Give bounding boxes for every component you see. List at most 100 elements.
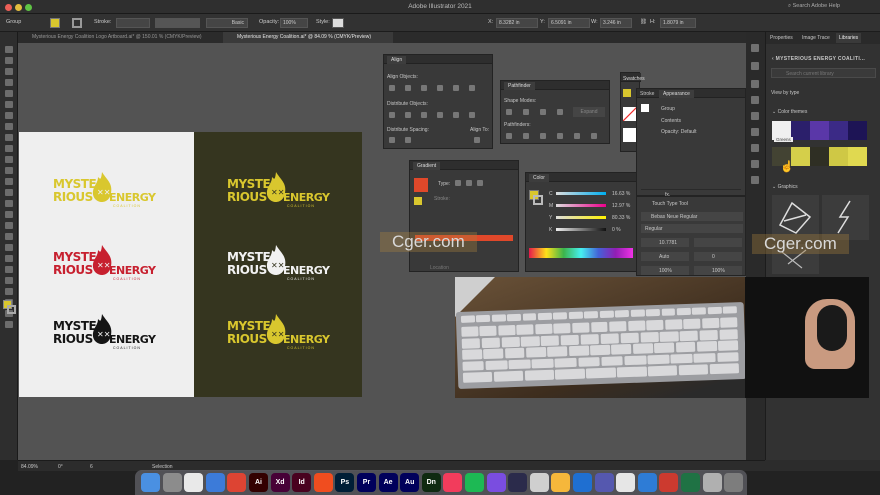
free-transform-tool-icon[interactable] bbox=[5, 200, 13, 207]
gradient-tab[interactable]: Gradient bbox=[413, 162, 441, 170]
graphics-header[interactable]: ⌄ Graphics bbox=[772, 184, 798, 190]
help-search[interactable]: ⌕ Search Adobe Help bbox=[788, 3, 840, 10]
dock-app-icon[interactable] bbox=[508, 473, 528, 492]
rotate-tool-icon[interactable] bbox=[5, 167, 13, 174]
height-field[interactable]: 1.8079 in bbox=[660, 18, 696, 28]
curvature-tool-icon[interactable] bbox=[5, 90, 13, 97]
graphic-styles-icon[interactable] bbox=[751, 112, 759, 120]
magic-wand-tool-icon[interactable] bbox=[5, 68, 13, 75]
align-top-icon[interactable] bbox=[437, 85, 443, 91]
stroke-weight-field[interactable] bbox=[116, 18, 150, 28]
font-style-select[interactable]: Regular bbox=[641, 224, 743, 233]
minus-front-icon[interactable] bbox=[523, 109, 529, 115]
distribute-top-icon[interactable] bbox=[389, 112, 395, 118]
dock-app-icon[interactable] bbox=[227, 473, 247, 492]
tab-logo-artboard[interactable]: Mysterious Energy Coalition Logo Artboar… bbox=[18, 32, 218, 43]
eyedropper-tool-icon[interactable] bbox=[5, 255, 13, 262]
logo-white-on-dark[interactable]: MYSTE RIOUS ENERGY COALITION ✕✕ bbox=[227, 244, 337, 288]
divide-icon[interactable] bbox=[506, 133, 512, 139]
spacing-v-icon[interactable] bbox=[389, 137, 395, 143]
dock-app-icon[interactable]: Ai bbox=[249, 473, 268, 492]
appearance-opacity[interactable]: Opacity: Default bbox=[661, 129, 697, 135]
appearance-group[interactable]: Group bbox=[661, 106, 675, 112]
shaper-tool-icon[interactable] bbox=[5, 145, 13, 152]
dock-app-icon[interactable]: Xd bbox=[270, 473, 290, 492]
crop-icon[interactable] bbox=[557, 133, 563, 139]
dock-app-icon[interactable] bbox=[659, 473, 679, 492]
dock-app-icon[interactable] bbox=[573, 473, 592, 492]
dock-app-icon[interactable] bbox=[724, 473, 744, 492]
paintbrush-tool-icon[interactable] bbox=[5, 134, 13, 141]
logo-yellow[interactable]: MYSTE RIOUS ENERGY COALITION ✕✕ bbox=[53, 171, 163, 215]
dock-app-icon[interactable] bbox=[702, 473, 722, 492]
black-slider[interactable] bbox=[556, 228, 606, 231]
align-right-icon[interactable] bbox=[421, 85, 427, 91]
swatches-tab[interactable]: Swatches bbox=[623, 76, 645, 82]
stroke-tab[interactable]: Stroke bbox=[640, 91, 654, 97]
none-swatch[interactable] bbox=[623, 107, 637, 121]
width-tool-icon[interactable] bbox=[5, 189, 13, 196]
dock-app-icon[interactable] bbox=[637, 473, 657, 492]
transparency-icon[interactable] bbox=[751, 128, 759, 136]
layers-icon[interactable] bbox=[751, 160, 759, 168]
graphic-style-swatch[interactable] bbox=[332, 18, 344, 28]
library-name[interactable]: ‹ MYSTERIOUS ENERGY COALITI... bbox=[772, 56, 865, 62]
width-field[interactable]: 3.246 in bbox=[600, 18, 632, 28]
horizontal-scale-field[interactable]: 100% bbox=[694, 266, 742, 275]
tab-libraries[interactable]: Libraries bbox=[836, 33, 862, 43]
links-icon[interactable] bbox=[751, 62, 759, 70]
touch-type-tool[interactable]: Touch Type Tool bbox=[652, 201, 688, 207]
brush-definition[interactable]: Basic bbox=[206, 18, 248, 28]
rotation-value[interactable]: 0° bbox=[58, 464, 63, 470]
stroke-swatch[interactable] bbox=[7, 305, 16, 314]
merge-icon[interactable] bbox=[540, 133, 546, 139]
color-guide-icon[interactable] bbox=[751, 144, 759, 152]
opacity-field[interactable]: 100% bbox=[280, 18, 308, 28]
black-value[interactable]: 0 % bbox=[612, 227, 621, 233]
zoom-level[interactable]: 84.09% bbox=[21, 464, 38, 470]
shape-builder-tool-icon[interactable] bbox=[5, 211, 13, 218]
artboards-icon[interactable] bbox=[751, 176, 759, 184]
yellow-value[interactable]: 80.33 % bbox=[612, 215, 630, 221]
minus-back-icon[interactable] bbox=[591, 133, 597, 139]
logo-black[interactable]: MYSTE RIOUS ENERGY COALITION ✕✕ bbox=[53, 313, 163, 357]
view-by-type[interactable]: View by type bbox=[771, 90, 799, 96]
dock-app-icon[interactable] bbox=[141, 473, 160, 492]
zoom-tool-icon[interactable] bbox=[5, 321, 13, 328]
white-swatch[interactable] bbox=[623, 128, 637, 142]
tracking-field[interactable]: 0 bbox=[694, 252, 742, 261]
distribute-center-h-icon[interactable] bbox=[453, 112, 459, 118]
type-tool-icon[interactable] bbox=[5, 101, 13, 108]
graph-tool-icon[interactable] bbox=[5, 288, 13, 295]
color-stroke-swatch[interactable] bbox=[533, 195, 543, 205]
dock-app-icon[interactable]: Au bbox=[400, 473, 420, 492]
align-to-selection-icon[interactable] bbox=[474, 137, 480, 143]
dock-app-icon[interactable]: Pr bbox=[357, 473, 376, 492]
magenta-value[interactable]: 12.97 % bbox=[612, 203, 630, 209]
color-themes-header[interactable]: ⌄ Color themes bbox=[772, 109, 807, 115]
dock-app-icon[interactable]: Ps bbox=[335, 473, 355, 492]
distribute-bottom-icon[interactable] bbox=[421, 112, 427, 118]
exclude-icon[interactable] bbox=[557, 109, 563, 115]
collapse-icon[interactable] bbox=[751, 44, 759, 52]
dock-app-icon[interactable]: Ae bbox=[378, 473, 398, 492]
align-left-icon[interactable] bbox=[389, 85, 395, 91]
appearance-tab[interactable]: Appearance bbox=[659, 90, 694, 98]
symbols-icon[interactable] bbox=[751, 96, 759, 104]
pen-tool-icon[interactable] bbox=[5, 79, 13, 86]
logo-yellow-on-dark-2[interactable]: MYSTE RIOUS ENERGY COALITION ✕✕ bbox=[227, 313, 337, 357]
variable-width-profile[interactable] bbox=[155, 18, 200, 28]
artboard-number[interactable]: 6 bbox=[90, 464, 93, 470]
font-family-select[interactable]: Bebas Neue Regular bbox=[641, 212, 743, 221]
tab-coalition[interactable]: Mysterious Energy Coalition.ai* @ 84.09 … bbox=[223, 32, 393, 43]
dock-app-icon[interactable] bbox=[313, 473, 333, 492]
y-field[interactable]: 6.5091 in bbox=[548, 18, 590, 28]
fill-color-swatch[interactable] bbox=[50, 18, 60, 28]
eraser-tool-icon[interactable] bbox=[5, 156, 13, 163]
dock-app-icon[interactable] bbox=[529, 473, 549, 492]
blend-tool-icon[interactable] bbox=[5, 266, 13, 273]
magenta-slider[interactable] bbox=[556, 204, 606, 207]
dock-app-icon[interactable] bbox=[681, 473, 700, 492]
distribute-right-icon[interactable] bbox=[469, 112, 475, 118]
selection-tool-icon[interactable] bbox=[5, 46, 13, 53]
